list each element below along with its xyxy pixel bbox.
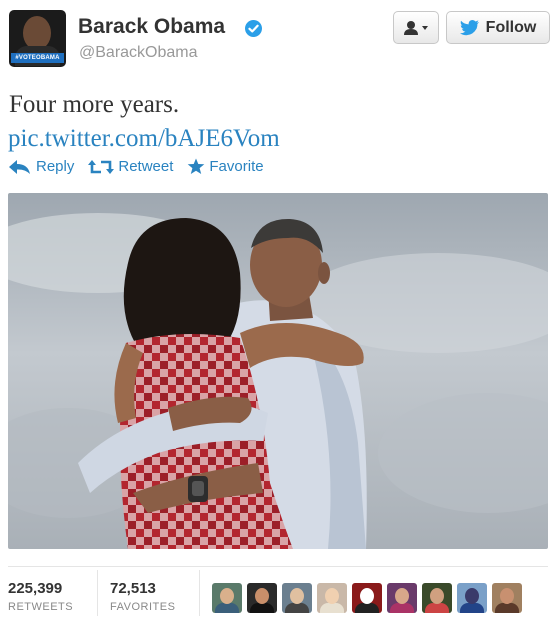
- user-handle[interactable]: @BarackObama: [79, 44, 198, 62]
- favoriter-avatar[interactable]: [282, 583, 312, 613]
- retweet-label: Retweet: [118, 158, 174, 175]
- favoriter-avatar-face: [325, 588, 339, 604]
- favoriter-avatar-shoulders: [320, 603, 344, 613]
- twitter-bird-icon: [459, 19, 479, 35]
- favoriter-avatar-shoulders: [425, 603, 449, 613]
- favoriter-avatar[interactable]: [422, 583, 452, 613]
- favoriter-avatar[interactable]: [317, 583, 347, 613]
- favoriter-avatar-shoulders: [285, 603, 309, 613]
- follow-button[interactable]: Follow: [446, 11, 550, 44]
- verified-badge-icon: [245, 20, 262, 37]
- retweets-count[interactable]: 225,399: [8, 580, 62, 597]
- favoriter-avatar-face: [430, 588, 444, 604]
- reply-label: Reply: [36, 158, 75, 175]
- favoriter-avatar[interactable]: [492, 583, 522, 613]
- favoriter-avatar-face: [500, 588, 514, 604]
- tweet-photo[interactable]: [8, 193, 548, 549]
- favoriter-avatar-face: [395, 588, 409, 604]
- tweet-actions: Reply Retweet Favorite: [8, 158, 278, 175]
- favoriter-avatar-shoulders: [250, 603, 274, 613]
- favoriter-avatar-face: [255, 588, 269, 604]
- favoriter-avatar[interactable]: [247, 583, 277, 613]
- favoriter-avatar-face: [290, 588, 304, 604]
- favorites-count[interactable]: 72,513: [110, 580, 156, 597]
- favoriter-avatar-shoulders: [355, 603, 379, 613]
- favoriter-avatar[interactable]: [387, 583, 417, 613]
- tweet-text: Four more years.: [9, 91, 180, 118]
- user-actions-button[interactable]: [393, 11, 439, 44]
- retweet-action[interactable]: Retweet: [88, 158, 173, 175]
- reply-arrow-icon: [9, 159, 30, 174]
- stats-divider: [8, 566, 548, 567]
- favoriter-avatar[interactable]: [212, 583, 242, 613]
- favoriter-avatar[interactable]: [352, 583, 382, 613]
- favoriter-avatar-face: [465, 588, 479, 604]
- tweet-photo-link[interactable]: pic.twitter.com/bAJE6Vom: [8, 123, 280, 155]
- favoriter-avatar-face: [220, 588, 234, 604]
- follow-label: Follow: [485, 18, 537, 36]
- person-dropdown-icon: [404, 20, 428, 35]
- favoriter-avatar-shoulders: [460, 603, 484, 613]
- favoriter-avatar-shoulders: [495, 603, 519, 613]
- favoriter-avatar[interactable]: [457, 583, 487, 613]
- avatar-face: [23, 16, 51, 50]
- profile-avatar[interactable]: #VOTEOBAMA: [9, 10, 66, 67]
- favorite-action[interactable]: Favorite: [187, 158, 264, 175]
- favoriters-avatar-list: [212, 583, 522, 613]
- reply-action[interactable]: Reply: [8, 158, 74, 175]
- favoriter-avatar-shoulders: [390, 603, 414, 613]
- star-icon: [188, 158, 205, 174]
- display-name[interactable]: Barack Obama: [78, 14, 225, 40]
- favoriter-avatar-face: [360, 588, 374, 604]
- stat-separator: [97, 570, 98, 616]
- stat-separator: [199, 570, 200, 616]
- favoriter-avatar-shoulders: [215, 603, 239, 613]
- retweets-label: RETWEETS: [8, 601, 74, 613]
- favorite-label: Favorite: [209, 158, 264, 175]
- favorites-label: FAVORITES: [110, 601, 176, 613]
- retweet-icon: [88, 159, 115, 174]
- avatar-badge: #VOTEOBAMA: [11, 53, 64, 63]
